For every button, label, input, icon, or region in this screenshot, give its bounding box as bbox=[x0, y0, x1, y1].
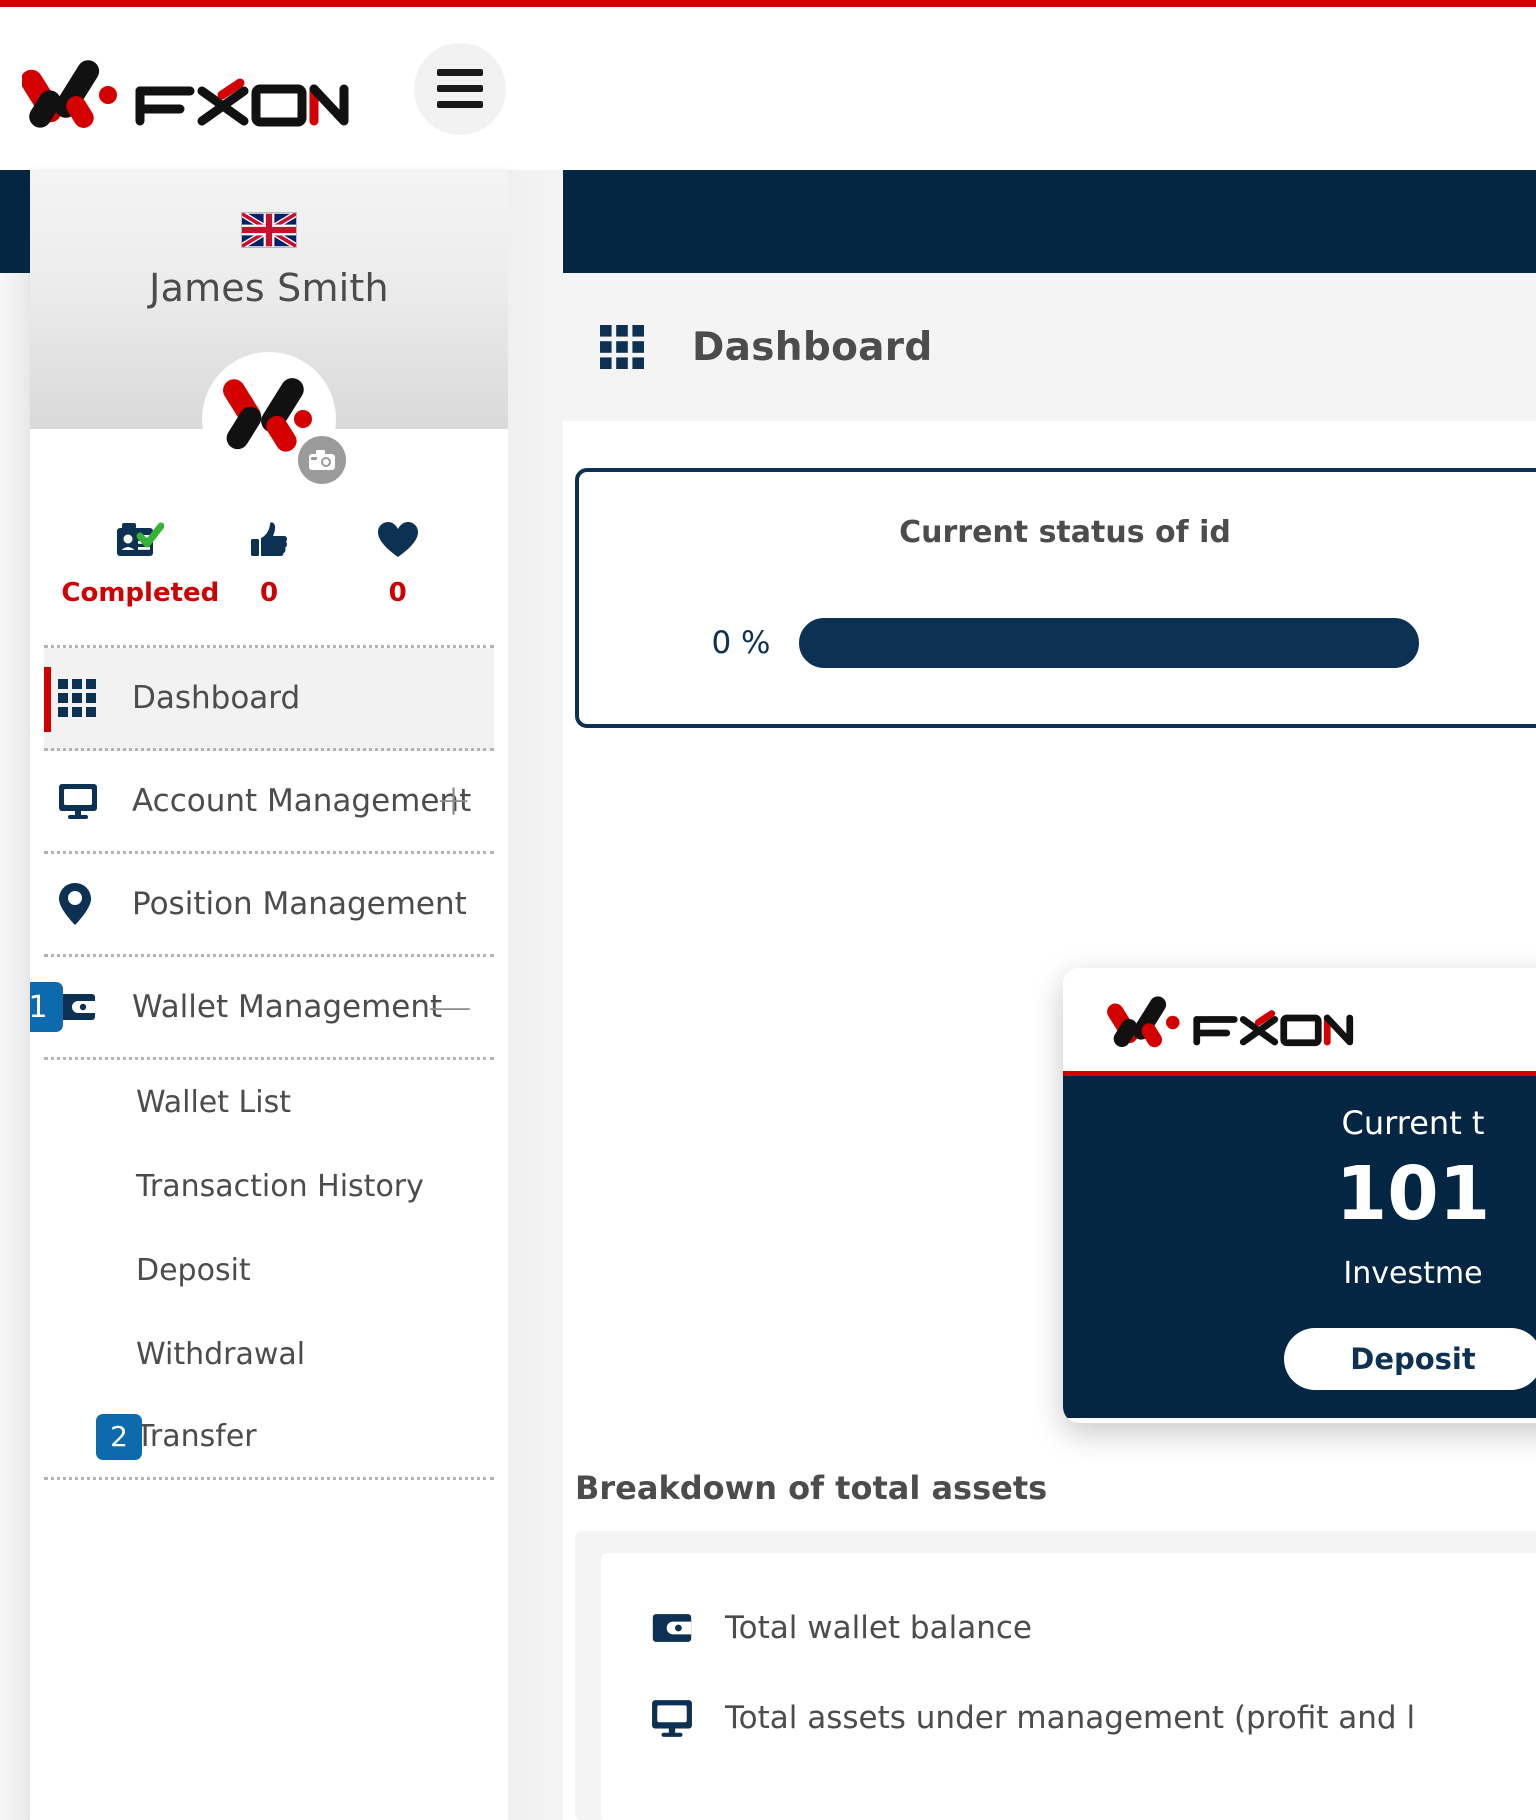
breakdown-row-label: Total assets under management (profit an… bbox=[725, 1700, 1416, 1736]
stat-favorites[interactable]: 0 bbox=[334, 519, 461, 608]
kyc-progress-segment bbox=[957, 623, 1107, 663]
page-title-bar: Dashboard bbox=[563, 273, 1536, 421]
left-navy-strip bbox=[0, 170, 30, 273]
stat-likes[interactable]: 0 bbox=[205, 519, 332, 608]
united-kingdom-flag[interactable] bbox=[241, 212, 297, 248]
sidebar-badge-1: 1 bbox=[30, 982, 63, 1032]
total-assets-sublabel: Investme bbox=[1343, 1256, 1483, 1291]
wallet-icon bbox=[58, 992, 118, 1022]
stat-value: Completed bbox=[61, 578, 220, 608]
fxon-logo bbox=[1107, 988, 1357, 1052]
breakdown-panel: Total wallet balance Total assets under … bbox=[575, 1531, 1536, 1820]
fxon-logo[interactable] bbox=[22, 43, 352, 135]
sidebar-item-label: Position Management bbox=[132, 886, 467, 922]
sidebar-item-dashboard[interactable]: Dashboard bbox=[44, 648, 494, 751]
sidebar-user-name: James Smith bbox=[149, 266, 389, 310]
total-assets-card-header bbox=[1063, 968, 1536, 1076]
sidebar-item-label: Dashboard bbox=[132, 680, 301, 716]
grid-icon bbox=[600, 325, 644, 369]
sidebar-subitem-label: Wallet List bbox=[136, 1084, 291, 1120]
sidebar-subitem-wallet-list[interactable]: Wallet List bbox=[44, 1060, 494, 1144]
total-assets-card: Current t 101 Investme Deposit bbox=[1063, 968, 1536, 1423]
kyc-progress-row: 0 % bbox=[579, 618, 1536, 668]
breakdown-row-wallet-balance[interactable]: Total wallet balance bbox=[601, 1583, 1536, 1673]
hamburger-line bbox=[437, 101, 483, 108]
top-accent-rule bbox=[0, 0, 1536, 7]
stat-value: 0 bbox=[259, 578, 279, 608]
hamburger-menu-button[interactable] bbox=[414, 42, 506, 135]
kyc-progress-segment bbox=[1111, 623, 1260, 663]
main-top-bar bbox=[563, 170, 1536, 273]
content-area: Current status of id 0 % Current t 101 I… bbox=[563, 421, 1536, 1820]
breakdown-title: Breakdown of total assets bbox=[575, 1469, 1048, 1507]
total-assets-amount: 101 bbox=[1335, 1151, 1491, 1237]
app-header bbox=[0, 7, 1536, 170]
sidebar-subitem-transaction-history[interactable]: Transaction History bbox=[44, 1144, 494, 1228]
collapse-minus-icon[interactable]: — bbox=[428, 985, 472, 1029]
sidebar-item-position-management[interactable]: Position Management bbox=[44, 854, 494, 957]
sidebar-subitem-label: Transaction History bbox=[136, 1168, 424, 1204]
deposit-button[interactable]: Deposit bbox=[1284, 1328, 1536, 1390]
sidebar-profile-header: James Smith bbox=[30, 170, 508, 486]
thumbs-up-icon bbox=[249, 519, 289, 561]
breakdown-row-assets-under-management[interactable]: Total assets under management (profit an… bbox=[601, 1673, 1536, 1763]
wallet-icon bbox=[651, 1612, 713, 1644]
sidebar-badge-2: 2 bbox=[96, 1413, 142, 1460]
kyc-progress-segment bbox=[803, 623, 953, 663]
kyc-percent-label: 0 % bbox=[711, 625, 771, 661]
hamburger-line bbox=[437, 69, 483, 76]
kyc-progress-segment bbox=[1264, 623, 1414, 663]
sidebar-subitem-label: Withdrawal bbox=[136, 1336, 306, 1372]
hamburger-line bbox=[437, 85, 483, 92]
left-gutter bbox=[0, 273, 30, 1820]
app-body: James Smith Completed 0 0 Dashboard Acco… bbox=[0, 170, 1536, 1820]
monitor-icon bbox=[651, 1698, 713, 1738]
map-pin-icon bbox=[58, 882, 118, 926]
sidebar-subitem-label: Transfer bbox=[136, 1419, 257, 1454]
heart-icon bbox=[377, 519, 419, 561]
sidebar-subitem-withdrawal[interactable]: Withdrawal bbox=[44, 1312, 494, 1396]
breakdown-row-label: Total wallet balance bbox=[725, 1610, 1032, 1646]
kyc-status-card: Current status of id 0 % bbox=[575, 468, 1536, 728]
id-card-verified-icon bbox=[116, 519, 165, 561]
stat-value: 0 bbox=[388, 578, 407, 608]
monitor-icon bbox=[58, 782, 118, 820]
total-assets-card-body: Current t 101 Investme Deposit bbox=[1063, 1076, 1536, 1418]
sidebar-item-label: Account Management bbox=[132, 783, 472, 819]
app-root: James Smith Completed 0 0 Dashboard Acco… bbox=[0, 0, 1536, 1820]
breakdown-list: Total wallet balance Total assets under … bbox=[601, 1553, 1536, 1820]
avatar[interactable] bbox=[202, 352, 346, 486]
kyc-progress-bar bbox=[798, 618, 1419, 668]
stat-kyc-status[interactable]: Completed bbox=[61, 519, 219, 608]
sidebar: James Smith Completed 0 0 Dashboard Acco… bbox=[30, 170, 508, 1820]
total-assets-label: Current t bbox=[1341, 1104, 1485, 1142]
sidebar-item-account-management[interactable]: Account Management + bbox=[44, 751, 494, 854]
sidebar-item-label: Wallet Management bbox=[132, 989, 443, 1025]
total-assets-actions: Deposit bbox=[1063, 1328, 1536, 1390]
main-left-gutter bbox=[508, 170, 563, 1820]
active-indicator bbox=[44, 667, 51, 732]
sidebar-subitem-label: Deposit bbox=[136, 1252, 251, 1288]
sidebar-subitem-transfer[interactable]: 2 Transfer bbox=[44, 1396, 494, 1480]
main-content: Dashboard Current status of id 0 % Curre… bbox=[508, 170, 1536, 1820]
sidebar-stats: Completed 0 0 bbox=[30, 519, 508, 608]
kyc-card-title: Current status of id bbox=[899, 515, 1231, 550]
sidebar-item-wallet-management[interactable]: 1 Wallet Management — bbox=[30, 957, 494, 1060]
sidebar-subitem-deposit[interactable]: Deposit bbox=[44, 1228, 494, 1312]
page-title: Dashboard bbox=[692, 324, 933, 370]
expand-plus-icon[interactable]: + bbox=[435, 779, 472, 823]
grid-icon bbox=[58, 679, 118, 717]
camera-icon[interactable] bbox=[298, 436, 346, 484]
